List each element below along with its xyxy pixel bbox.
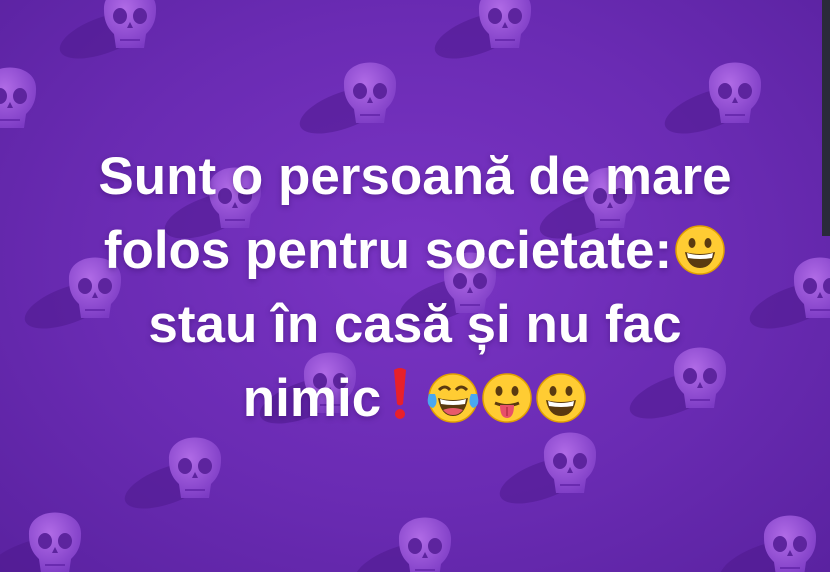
post-image: Sunt o persoană de mare folos pentru soc… bbox=[0, 0, 830, 572]
text-line-4-content: nimic bbox=[242, 369, 382, 428]
text-line-3-content: stau în casă și nu fac bbox=[148, 295, 682, 354]
text-line-3: stau în casă și nu fac bbox=[0, 288, 830, 362]
post-text: Sunt o persoană de mare folos pentru soc… bbox=[0, 140, 830, 436]
skull-icon bbox=[713, 514, 818, 572]
tears-of-joy-icon bbox=[427, 372, 479, 424]
skull-icon bbox=[0, 511, 83, 572]
skull-icon bbox=[53, 0, 158, 70]
skull-icon bbox=[658, 61, 763, 145]
skull-icon bbox=[118, 436, 223, 520]
grinning-face-icon bbox=[535, 372, 587, 424]
text-line-2: folos pentru societate: bbox=[0, 214, 830, 288]
text-line-2-content: folos pentru societate: bbox=[103, 221, 673, 280]
skull-icon bbox=[428, 0, 533, 70]
skull-icon bbox=[493, 431, 598, 515]
skull-icon bbox=[348, 516, 453, 572]
red-exclamation-icon bbox=[389, 366, 411, 422]
text-line-1: Sunt o persoană de mare bbox=[0, 140, 830, 214]
grinning-face-icon bbox=[674, 224, 726, 276]
tongue-out-icon bbox=[481, 372, 533, 424]
text-line-4: nimic bbox=[0, 362, 830, 436]
skull-icon bbox=[293, 61, 398, 145]
text-line-1-content: Sunt o persoană de mare bbox=[98, 147, 732, 206]
skull-icon bbox=[0, 66, 38, 150]
